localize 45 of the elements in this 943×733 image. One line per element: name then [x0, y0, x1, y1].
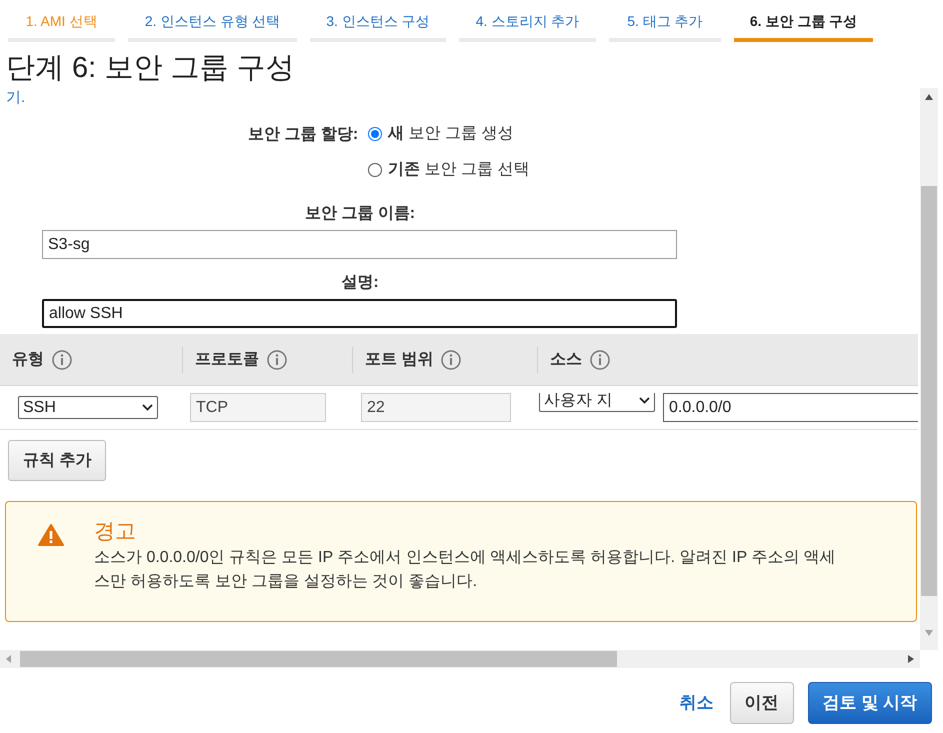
- warning-icon: [38, 524, 64, 546]
- column-header: 프로토콜: [195, 350, 259, 370]
- text-field[interactable]: S3-sg: [42, 230, 677, 259]
- warning-message: 소스가 0.0.0.0/0인 규칙은 모든 IP 주소에서 인스턴스에 액세스하도록 허용합니다. 알려진 IP 주소의 액세스만 허용하도록 보안 그룹을 설정하는 것이 좋습니다.: [94, 548, 837, 592]
- source-field[interactable]: 0.0.0.0/0: [663, 393, 918, 422]
- port-range-field: 22: [361, 393, 511, 422]
- column-header: 포트 범위: [365, 350, 434, 370]
- intro-text: 기.: [5, 88, 26, 108]
- step-tab[interactable]: 4. 스토리지 추가: [459, 10, 596, 42]
- info-icon[interactable]: [590, 350, 610, 370]
- vertical-scrollbar[interactable]: [920, 88, 938, 650]
- review-and-launch-button[interactable]: 검토 및 시작: [808, 682, 932, 724]
- column-header: 소스: [550, 350, 582, 370]
- text-field[interactable]: allow SSH: [42, 299, 677, 328]
- assignment-label: 보안 그룹 할당:: [248, 125, 358, 145]
- chevron-down-icon: [142, 404, 153, 411]
- previous-button[interactable]: 이전: [730, 682, 794, 724]
- page-heading: 단계 6: 보안 그룹 구성: [5, 51, 296, 86]
- chevron-down-icon: [639, 397, 650, 404]
- protocol-field: TCP: [190, 393, 326, 422]
- scrollbar-thumb[interactable]: [20, 651, 617, 667]
- add-rule-button[interactable]: 규칙 추가: [8, 440, 106, 481]
- scroll-up-icon[interactable]: [925, 94, 933, 100]
- radio-label[interactable]: 새 보안 그룹 생성: [388, 124, 514, 144]
- step-tab[interactable]: 3. 인스턴스 구성: [310, 10, 446, 42]
- info-icon[interactable]: [267, 350, 287, 370]
- scrollbar-thumb[interactable]: [921, 186, 937, 596]
- step-tab[interactable]: 5. 태그 추가: [609, 10, 721, 42]
- info-icon[interactable]: [441, 350, 462, 370]
- column-header: 유형: [12, 350, 44, 370]
- radio-button[interactable]: [368, 163, 382, 177]
- radio-button[interactable]: [368, 127, 382, 141]
- field-label: 설명:: [341, 273, 379, 293]
- horizontal-scrollbar[interactable]: [0, 650, 920, 668]
- type-select[interactable]: SSH: [18, 396, 158, 419]
- step-tab[interactable]: 6. 보안 그룹 구성: [734, 10, 873, 42]
- scroll-left-icon[interactable]: [6, 655, 12, 663]
- info-icon[interactable]: [52, 350, 72, 370]
- warning-title: 경고: [94, 519, 137, 545]
- scroll-right-icon[interactable]: [908, 655, 914, 663]
- field-label: 보안 그룹 이름:: [304, 204, 416, 224]
- radio-label[interactable]: 기존 보안 그룹 선택: [388, 160, 530, 180]
- step-tab[interactable]: 2. 인스턴스 유형 선택: [128, 10, 297, 42]
- cancel-link[interactable]: 취소: [680, 690, 714, 716]
- scroll-down-icon[interactable]: [925, 630, 933, 636]
